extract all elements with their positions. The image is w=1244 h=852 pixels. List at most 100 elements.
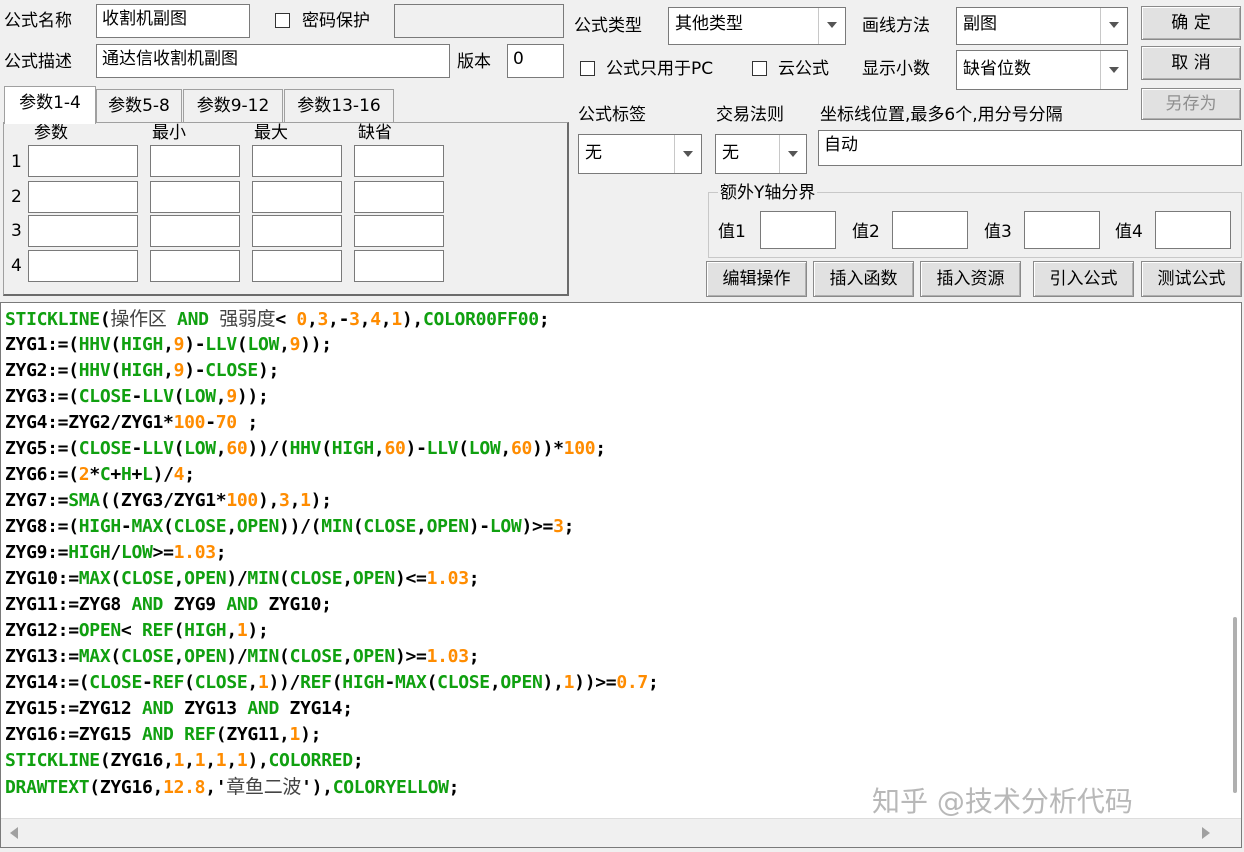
param-name-input[interactable] bbox=[28, 215, 138, 247]
code-editor[interactable]: STICKLINE(操作区 AND 强弱度< 0,3,-3,4,1),COLOR… bbox=[0, 302, 1242, 848]
param-default-input[interactable] bbox=[354, 215, 444, 247]
code-token: MAX bbox=[78, 646, 111, 667]
param-min-input[interactable] bbox=[150, 250, 240, 282]
param-name-input[interactable] bbox=[28, 145, 138, 177]
import-formula-button[interactable]: 引入公式 bbox=[1033, 261, 1134, 297]
param-max-input[interactable] bbox=[252, 250, 342, 282]
chevron-down-icon[interactable] bbox=[779, 135, 806, 173]
param-name-input[interactable] bbox=[28, 181, 138, 213]
value3-input[interactable] bbox=[1024, 211, 1100, 249]
ok-button[interactable]: 确 定 bbox=[1141, 6, 1241, 40]
code-line[interactable]: ZYG5:=(CLOSE-LLV(LOW,60))/(HHV(HIGH,60)-… bbox=[5, 436, 659, 462]
param-max-input[interactable] bbox=[252, 215, 342, 247]
scroll-left-icon[interactable] bbox=[9, 827, 19, 839]
code-token: )); bbox=[236, 386, 269, 407]
draw-method-select[interactable]: 副图 bbox=[956, 7, 1128, 45]
code-line[interactable]: ZYG1:=(HHV(HIGH,9)-LLV(LOW,9)); bbox=[5, 332, 659, 358]
horizontal-scrollbar[interactable] bbox=[1, 818, 1241, 847]
code-line[interactable]: ZYG7:=SMA((ZYG3/ZYG1*100),3,1); bbox=[5, 488, 659, 514]
value4-input[interactable] bbox=[1155, 211, 1231, 249]
code-token: ZYG9:= bbox=[5, 542, 69, 563]
code-line[interactable]: STICKLINE(ZYG16,1,1,1,1),COLORRED; bbox=[5, 748, 659, 774]
code-token: LOW bbox=[184, 386, 216, 407]
code-line[interactable]: ZYG6:=(2*C+H+L)/4; bbox=[5, 462, 659, 488]
code-token: , bbox=[226, 516, 237, 537]
code-token: ; bbox=[468, 568, 480, 589]
value1-input[interactable] bbox=[760, 211, 836, 249]
code-token: 3 bbox=[553, 516, 564, 537]
code-token: 强弱度 bbox=[219, 308, 276, 330]
insert-resource-button[interactable]: 插入资源 bbox=[920, 261, 1021, 297]
formula-tag-select[interactable]: 无 bbox=[578, 134, 702, 174]
code-line[interactable]: DRAWTEXT(ZYG16,12.8,'章鱼二波'),COLORYELLOW; bbox=[5, 774, 659, 800]
code-token: 1 bbox=[173, 750, 185, 771]
code-line[interactable]: STICKLINE(操作区 AND 强弱度< 0,3,-3,4,1),COLOR… bbox=[5, 306, 659, 332]
code-token: ( bbox=[110, 568, 121, 589]
password-input[interactable] bbox=[394, 4, 564, 38]
formula-name-label: 公式名称 bbox=[4, 11, 72, 31]
trade-rule-select[interactable]: 无 bbox=[715, 134, 807, 174]
param-col-header: 参数 bbox=[34, 123, 68, 143]
code-text[interactable]: STICKLINE(操作区 AND 强弱度< 0,3,-3,4,1),COLOR… bbox=[5, 306, 659, 800]
vertical-scrollbar[interactable] bbox=[1223, 303, 1241, 819]
param-min-input[interactable] bbox=[150, 215, 240, 247]
cloud-checkbox[interactable] bbox=[752, 61, 767, 76]
decimal-select[interactable]: 缺省位数 bbox=[956, 50, 1128, 90]
scroll-right-icon[interactable] bbox=[1201, 827, 1211, 839]
chevron-down-icon[interactable] bbox=[1100, 51, 1127, 89]
code-token: ))>= bbox=[574, 672, 617, 693]
code-token: ))* bbox=[532, 438, 564, 459]
code-token: ZYG3:=( bbox=[5, 386, 79, 407]
code-line[interactable]: ZYG10:=MAX(CLOSE,OPEN)/MIN(CLOSE,OPEN)<=… bbox=[5, 566, 659, 592]
param-max-input[interactable] bbox=[252, 145, 342, 177]
code-line[interactable]: ZYG9:=HIGH/LOW>=1.03; bbox=[5, 540, 659, 566]
code-token: CLOSE bbox=[89, 672, 142, 693]
tab-params-13-16[interactable]: 参数13-16 bbox=[284, 89, 394, 123]
password-checkbox[interactable] bbox=[275, 13, 290, 28]
code-token: ; bbox=[184, 464, 195, 485]
code-line[interactable]: ZYG16:=ZYG15 AND REF(ZYG11,1); bbox=[5, 722, 659, 748]
param-name-input[interactable] bbox=[28, 250, 138, 282]
code-line[interactable]: ZYG3:=(CLOSE-LLV(LOW,9)); bbox=[5, 384, 659, 410]
formula-type-select[interactable]: 其他类型 bbox=[668, 7, 846, 45]
code-line[interactable]: ZYG2:=(HHV(HIGH,9)-CLOSE); bbox=[5, 358, 659, 384]
code-line[interactable]: ZYG15:=ZYG12 AND ZYG13 AND ZYG14; bbox=[5, 696, 659, 722]
param-max-input[interactable] bbox=[252, 181, 342, 213]
tab-params-9-12[interactable]: 参数9-12 bbox=[183, 89, 283, 123]
value2-input[interactable] bbox=[892, 211, 968, 249]
formula-name-input[interactable]: 收割机副图 bbox=[96, 4, 250, 38]
tab-params-1-4[interactable]: 参数1-4 bbox=[4, 86, 96, 124]
param-default-input[interactable] bbox=[354, 145, 444, 177]
axis-position-input[interactable]: 自动 bbox=[818, 130, 1242, 166]
formula-desc-input[interactable]: 通达信收割机副图 bbox=[96, 44, 450, 78]
chevron-down-icon[interactable] bbox=[1100, 8, 1127, 44]
code-line[interactable]: ZYG12:=OPEN< REF(HIGH,1); bbox=[5, 618, 659, 644]
code-token: HIGH bbox=[78, 516, 121, 537]
insert-function-button[interactable]: 插入函数 bbox=[813, 261, 914, 297]
param-default-input[interactable] bbox=[354, 250, 444, 282]
tab-params-5-8[interactable]: 参数5-8 bbox=[96, 89, 182, 123]
save-as-button[interactable]: 另存为 bbox=[1141, 88, 1241, 120]
chevron-down-icon[interactable] bbox=[674, 135, 701, 173]
pc-only-checkbox[interactable] bbox=[580, 61, 595, 76]
version-input[interactable]: 0 bbox=[507, 44, 564, 78]
code-line[interactable]: ZYG14:=(CLOSE-REF(CLOSE,1))/REF(HIGH-MAX… bbox=[5, 670, 659, 696]
extra-y-axis-label: 额外Y轴分界 bbox=[718, 182, 818, 204]
trade-rule-value: 无 bbox=[722, 143, 739, 163]
code-token: , bbox=[489, 672, 501, 693]
param-min-input[interactable] bbox=[150, 181, 240, 213]
param-default-input[interactable] bbox=[354, 181, 444, 213]
cancel-button[interactable]: 取 消 bbox=[1141, 46, 1241, 80]
scrollbar-thumb[interactable] bbox=[1233, 617, 1237, 793]
code-line[interactable]: ZYG11:=ZYG8 AND ZYG9 AND ZYG10; bbox=[5, 592, 659, 618]
code-line[interactable]: ZYG8:=(HIGH-MAX(CLOSE,OPEN))/(MIN(CLOSE,… bbox=[5, 514, 659, 540]
code-line[interactable]: ZYG13:=MAX(CLOSE,OPEN)/MIN(CLOSE,OPEN)>=… bbox=[5, 644, 659, 670]
code-token: COLORRED bbox=[268, 750, 354, 771]
test-formula-button[interactable]: 测试公式 bbox=[1141, 261, 1242, 297]
param-min-input[interactable] bbox=[150, 145, 240, 177]
edit-operation-button[interactable]: 编辑操作 bbox=[706, 261, 807, 297]
code-token: ); bbox=[300, 724, 322, 745]
code-line[interactable]: ZYG4:=ZYG2/ZYG1*100-70 ; bbox=[5, 410, 659, 436]
chevron-down-icon[interactable] bbox=[818, 8, 845, 44]
